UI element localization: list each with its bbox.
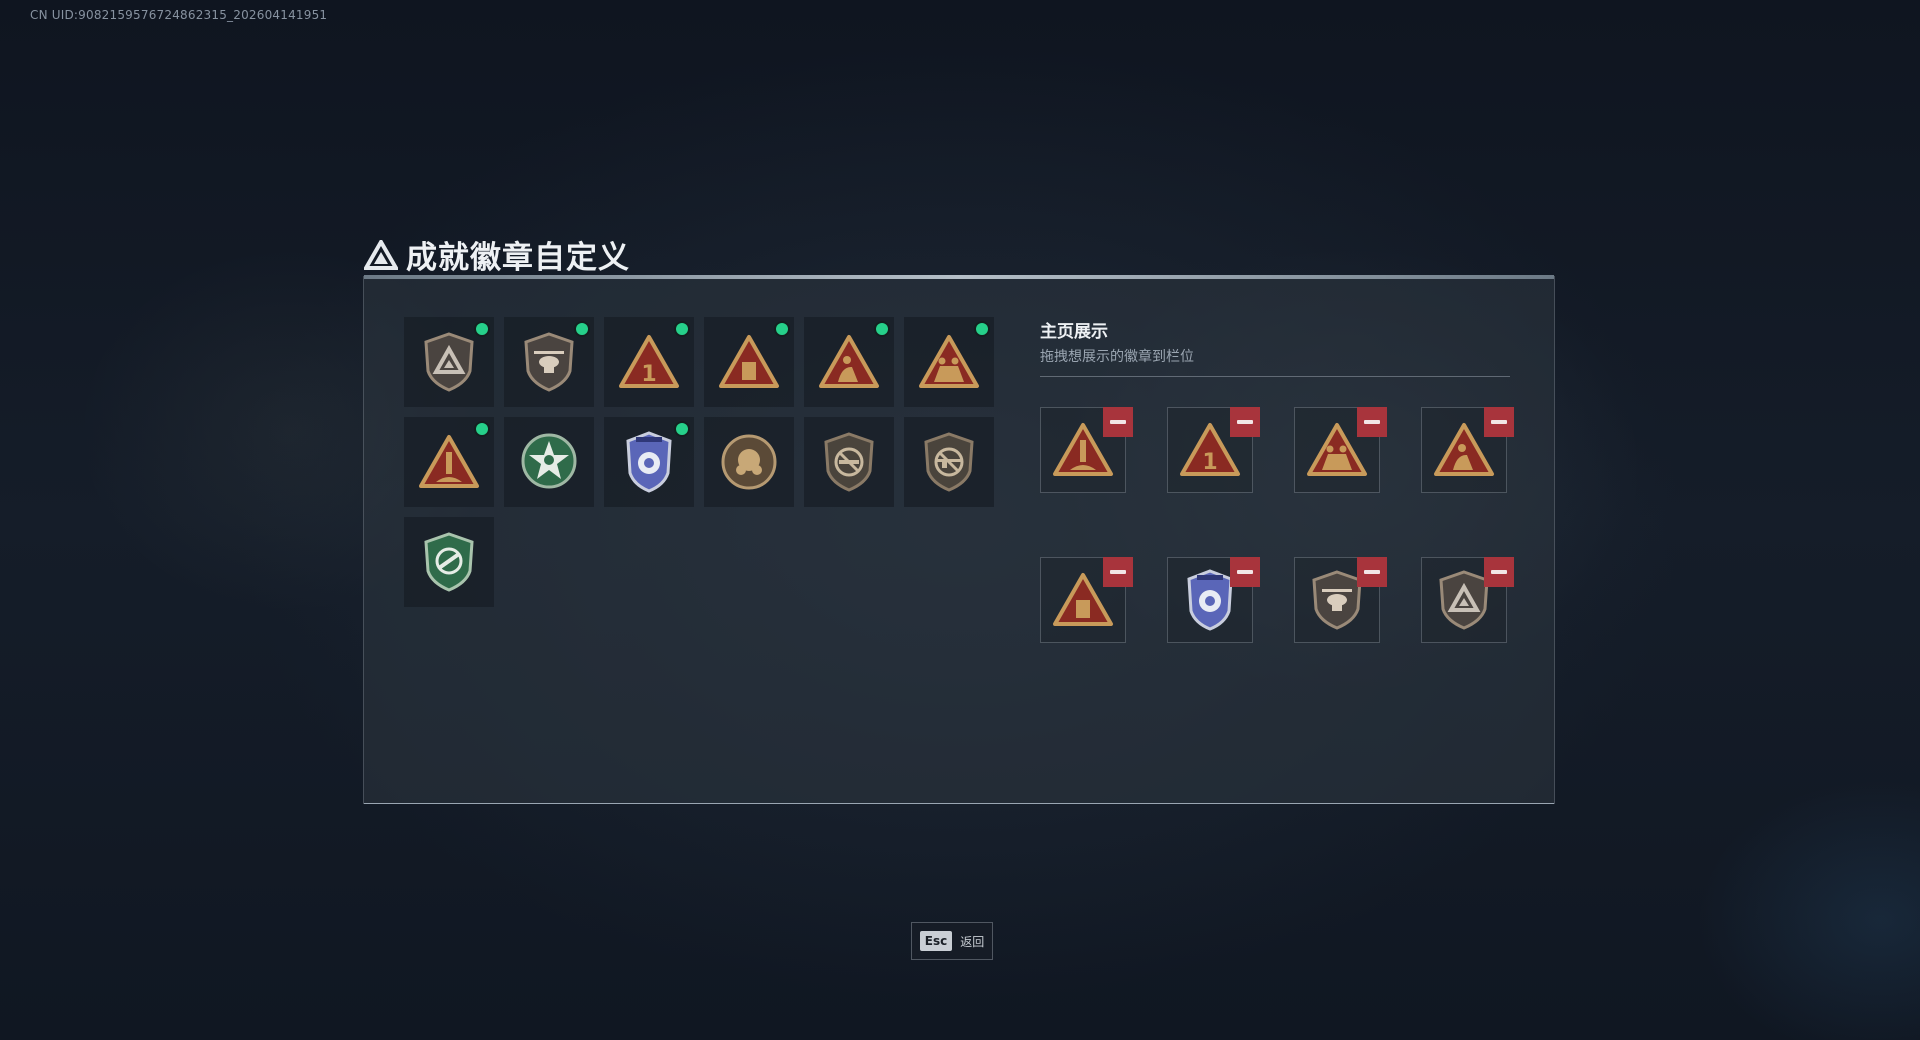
uid-label: CN UID:9082159576724862315_202604141951: [30, 8, 328, 22]
remove-badge-button[interactable]: [1484, 557, 1514, 587]
badge-slot[interactable]: [604, 417, 694, 507]
badge-slot[interactable]: [804, 417, 894, 507]
svg-text:1: 1: [1202, 450, 1217, 475]
equipped-indicator-icon: [676, 423, 688, 435]
showcase-slot[interactable]: [1040, 557, 1133, 643]
showcase-divider: [1040, 376, 1510, 377]
badge-slot[interactable]: [904, 417, 994, 507]
badge-slot[interactable]: [504, 317, 594, 407]
minus-icon: [1237, 420, 1253, 424]
esc-key-icon: Esc: [919, 931, 953, 951]
shield-no-gun-icon: [822, 431, 876, 493]
showcase-slot[interactable]: [1167, 557, 1260, 643]
tri-one-icon: 1: [618, 334, 680, 390]
equipped-indicator-icon: [476, 323, 488, 335]
equipped-indicator-icon: [576, 323, 588, 335]
equipped-indicator-icon: [676, 323, 688, 335]
minus-icon: [1364, 570, 1380, 574]
badge-slot[interactable]: [704, 417, 794, 507]
showcase-slot[interactable]: [1294, 407, 1387, 493]
badge-slot[interactable]: [704, 317, 794, 407]
panel-top-bar: [364, 275, 1554, 279]
equipped-indicator-icon: [876, 323, 888, 335]
showcase-slots: 1: [1040, 407, 1514, 643]
remove-badge-button[interactable]: [1230, 557, 1260, 587]
badge-slot[interactable]: [804, 317, 894, 407]
badge-slot[interactable]: [904, 317, 994, 407]
svg-text:1: 1: [641, 362, 656, 387]
tri-crouch-soldier-icon: [818, 334, 880, 390]
back-button[interactable]: Esc 返回: [911, 922, 993, 960]
police-shield-icon: [1183, 567, 1237, 633]
showcase-slot[interactable]: [1294, 557, 1387, 643]
remove-badge-button[interactable]: [1484, 407, 1514, 437]
shield-triangle-icon: [1437, 569, 1491, 631]
page-header: 成就徽章自定义: [364, 232, 630, 277]
minus-icon: [1491, 420, 1507, 424]
tri-rocket-icon: [418, 434, 480, 490]
remove-badge-button[interactable]: [1103, 407, 1133, 437]
badge-slot[interactable]: [404, 317, 494, 407]
shield-helicopter-icon: [522, 331, 576, 393]
badge-inventory-grid: 1: [404, 317, 994, 607]
tri-soldiers-icon: [918, 334, 980, 390]
minus-icon: [1110, 570, 1126, 574]
back-label: 返回: [960, 934, 985, 949]
shield-helicopter-icon: [1310, 569, 1364, 631]
police-shield-icon: [622, 429, 676, 495]
showcase-subtitle: 拖拽想展示的徽章到栏位: [1040, 349, 1194, 365]
minus-icon: [1364, 420, 1380, 424]
showcase-title: 主页展示: [1040, 322, 1108, 342]
minus-icon: [1237, 570, 1253, 574]
badge-slot[interactable]: [504, 417, 594, 507]
remove-badge-button[interactable]: [1103, 557, 1133, 587]
triangle-logo-icon: [364, 239, 398, 270]
badge-slot[interactable]: 1: [604, 317, 694, 407]
panel-bottom-line: [364, 803, 1554, 804]
bronze-round-medal-icon: [719, 432, 779, 492]
equipped-indicator-icon: [476, 423, 488, 435]
green-star-medal-icon: [518, 431, 580, 493]
remove-badge-button[interactable]: [1357, 557, 1387, 587]
showcase-slot[interactable]: [1040, 407, 1133, 493]
shield-no-rifle-icon: [922, 431, 976, 493]
page-title: 成就徽章自定义: [406, 240, 630, 276]
equipped-indicator-icon: [976, 323, 988, 335]
green-shield-rifle-icon: [422, 531, 476, 593]
showcase-slot[interactable]: [1421, 557, 1514, 643]
badge-slot[interactable]: [404, 517, 494, 607]
remove-badge-button[interactable]: [1230, 407, 1260, 437]
showcase-slot[interactable]: [1421, 407, 1514, 493]
shield-triangle-icon: [422, 331, 476, 393]
minus-icon: [1491, 570, 1507, 574]
remove-badge-button[interactable]: [1357, 407, 1387, 437]
showcase-section: 主页展示 拖拽想展示的徽章到栏位 1: [1040, 317, 1514, 643]
minus-icon: [1110, 420, 1126, 424]
showcase-slot[interactable]: 1: [1167, 407, 1260, 493]
tri-box-icon: [718, 334, 780, 390]
badge-panel: 1 主页展示 拖拽想展示的徽章到栏位 1: [363, 275, 1555, 804]
badge-slot[interactable]: [404, 417, 494, 507]
equipped-indicator-icon: [776, 323, 788, 335]
